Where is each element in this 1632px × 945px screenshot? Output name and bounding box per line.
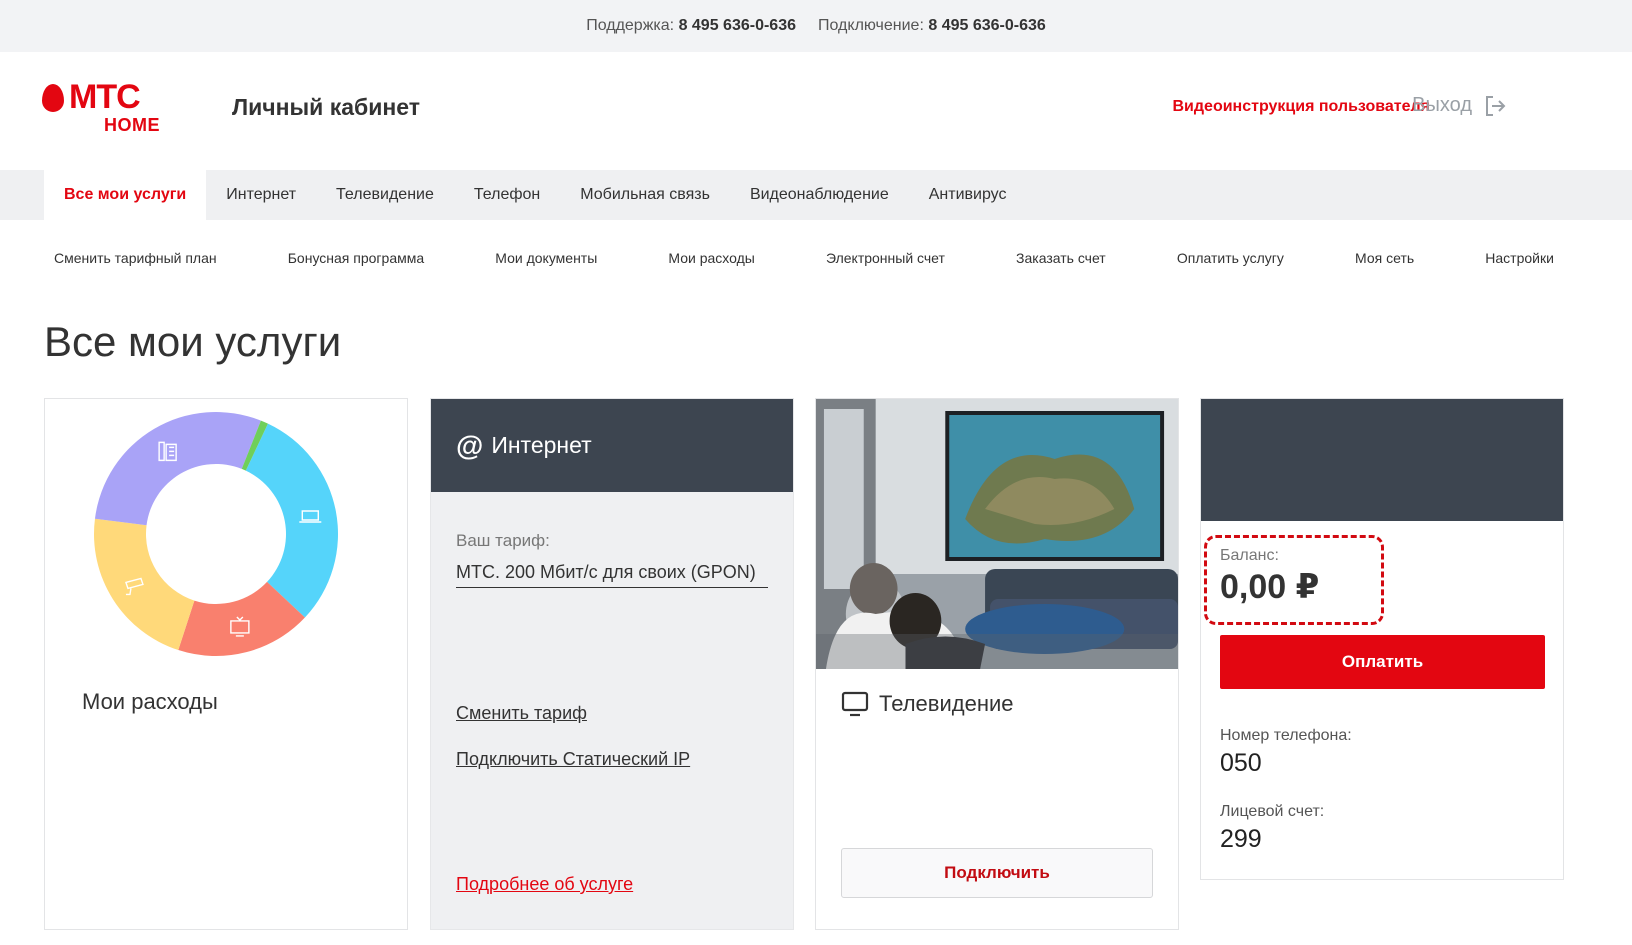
subnav-pay[interactable]: Оплатить услугу — [1177, 250, 1284, 266]
subnav-e-bill[interactable]: Электронный счет — [826, 250, 945, 266]
subnav-bonus[interactable]: Бонусная программа — [288, 250, 424, 266]
account-card: Баланс: 0,00 ₽ Оплатить Номер телефона: … — [1200, 398, 1564, 880]
phone-number-redaction — [1276, 752, 1436, 780]
cabinet-title: Личный кабинет — [232, 94, 420, 120]
logout-icon — [1486, 95, 1506, 116]
service-tabs: Все мои услуги Интернет Телевидение Теле… — [0, 170, 1632, 220]
tab-tv[interactable]: Телевидение — [316, 170, 454, 220]
phone-number-value: 050 — [1220, 749, 1262, 777]
tariff-label: Ваш тариф: — [456, 531, 550, 550]
connect-label: Подключение: — [818, 17, 924, 34]
pay-button[interactable]: Оплатить — [1220, 635, 1545, 689]
tab-all-services[interactable]: Все мои услуги — [44, 170, 207, 220]
change-tariff-link[interactable]: Сменить тариф — [456, 703, 587, 724]
mts-home-logo[interactable]: МТС HOME — [42, 78, 172, 142]
tab-phone[interactable]: Телефон — [454, 170, 560, 220]
tab-mobile[interactable]: Мобильная связь — [560, 170, 730, 220]
donut-segment-camera[interactable] — [94, 518, 195, 651]
logout-button[interactable]: Выход — [1412, 94, 1506, 117]
donut-segment-phone[interactable] — [94, 412, 261, 526]
subnav-expenses[interactable]: Мои расходы — [668, 250, 754, 266]
subnav-my-network[interactable]: Моя сеть — [1355, 250, 1414, 266]
subnav-change-tariff[interactable]: Сменить тарифный план — [54, 250, 217, 266]
expenses-donut-chart[interactable] — [91, 409, 341, 659]
at-icon: @ — [456, 429, 484, 461]
expenses-label: Мои расходы — [82, 689, 218, 714]
phone-number-label: Номер телефона: — [1220, 727, 1352, 744]
logo-subtext: HOME — [104, 115, 160, 135]
connect-contact: Подключение: 8 495 636-0-636 — [818, 17, 1046, 35]
support-contact: Поддержка: 8 495 636-0-636 — [586, 17, 796, 35]
logo-text: МТС — [69, 78, 141, 116]
balance-label: Баланс: — [1220, 547, 1279, 564]
video-instruction-link[interactable]: Видеоинструкция пользователя — [1173, 98, 1431, 116]
tv-title-text: Телевидение — [879, 691, 1014, 716]
header: МТС HOME Личный кабинет Видеоинструкция … — [0, 52, 1632, 170]
tariff-value: МТС. 200 Мбит/с для своих (GPON) — [456, 559, 768, 588]
static-ip-link[interactable]: Подключить Статический IP — [456, 749, 690, 770]
tv-connect-button[interactable]: Подключить — [841, 848, 1153, 898]
internet-card-header: @ Интернет — [431, 399, 793, 492]
account-number-label: Лицевой счет: — [1220, 803, 1325, 820]
subnav-settings[interactable]: Настройки — [1485, 250, 1554, 266]
connect-phone[interactable]: 8 495 636-0-636 — [928, 17, 1045, 34]
account-number-redaction — [1276, 828, 1436, 856]
sub-navigation: Сменить тарифный план Бонусная программа… — [54, 250, 1554, 266]
support-phone[interactable]: 8 495 636-0-636 — [679, 17, 796, 34]
balance-value: 0,00 ₽ — [1220, 568, 1320, 606]
subnav-order-bill[interactable]: Заказать счет — [1016, 250, 1106, 266]
logout-label: Выход — [1412, 94, 1472, 116]
account-card-header — [1201, 399, 1563, 521]
donut-segment-laptop[interactable] — [245, 423, 338, 618]
tab-antivirus[interactable]: Антивирус — [909, 170, 1027, 220]
tv-card: Телевидение Подключить — [815, 398, 1179, 930]
subnav-documents[interactable]: Мои документы — [495, 250, 597, 266]
tab-video-surveillance[interactable]: Видеонаблюдение — [730, 170, 909, 220]
expenses-card[interactable]: Мои расходы — [44, 398, 408, 930]
tv-promo-image — [816, 399, 1178, 669]
support-label: Поддержка: — [586, 17, 675, 34]
logo-egg-icon — [42, 84, 64, 112]
account-number-value: 299 — [1220, 825, 1262, 853]
internet-card: @ Интернет Ваш тариф: МТС. 200 Мбит/с дл… — [430, 398, 794, 930]
tab-internet[interactable]: Интернет — [206, 170, 316, 220]
internet-title: Интернет — [491, 432, 592, 458]
more-about-service-link[interactable]: Подробнее об услуге — [456, 874, 633, 895]
page-title: Все мои услуги — [44, 318, 342, 365]
tv-icon — [841, 691, 869, 717]
top-contact-bar: Поддержка: 8 495 636-0-636 Подключение: … — [0, 0, 1632, 52]
tv-title: Телевидение — [841, 691, 1014, 717]
